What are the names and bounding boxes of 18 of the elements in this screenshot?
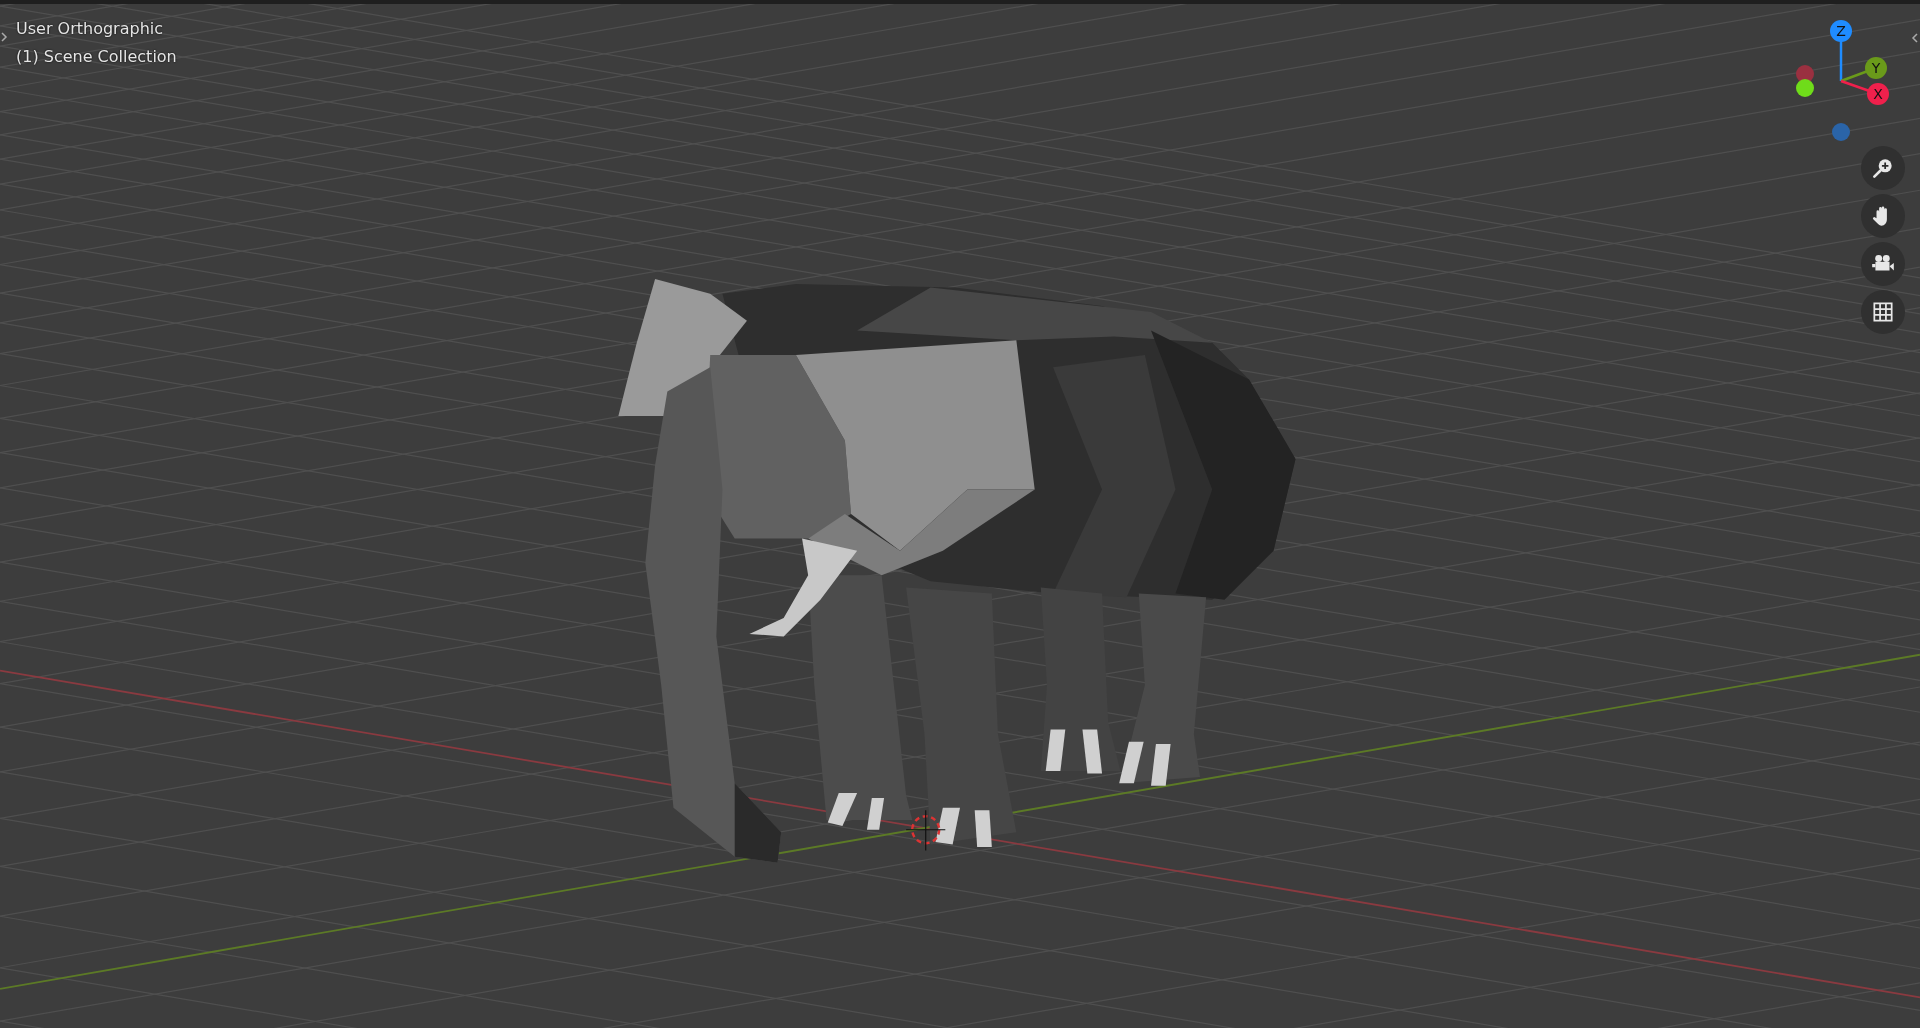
viewport-info-text: (1) Scene Collection [16, 46, 177, 68]
viewport-nav-button[interactable] [1861, 194, 1905, 238]
axis-label: Y [1871, 60, 1881, 76]
expand-icon[interactable] [0, 31, 8, 43]
viewport-nav-button[interactable] [1861, 242, 1905, 286]
axis-dot-icon[interactable] [1832, 123, 1850, 141]
axis-handle[interactable] [1840, 79, 1889, 105]
axis-dot-icon[interactable] [1796, 79, 1814, 97]
axis-label: Z [1836, 23, 1846, 39]
axis-label: X [1873, 86, 1883, 102]
viewport-nav-button[interactable] [1861, 146, 1905, 190]
axis-handle[interactable] [1830, 20, 1852, 81]
viewport-nav-button[interactable] [1861, 290, 1905, 334]
axis-handle[interactable] [1840, 57, 1887, 83]
expand-icon[interactable] [1911, 32, 1919, 44]
viewport-info-text: User Orthographic [16, 18, 163, 40]
grid-icon [1870, 299, 1896, 325]
3d-cursor-icon [905, 809, 946, 852]
